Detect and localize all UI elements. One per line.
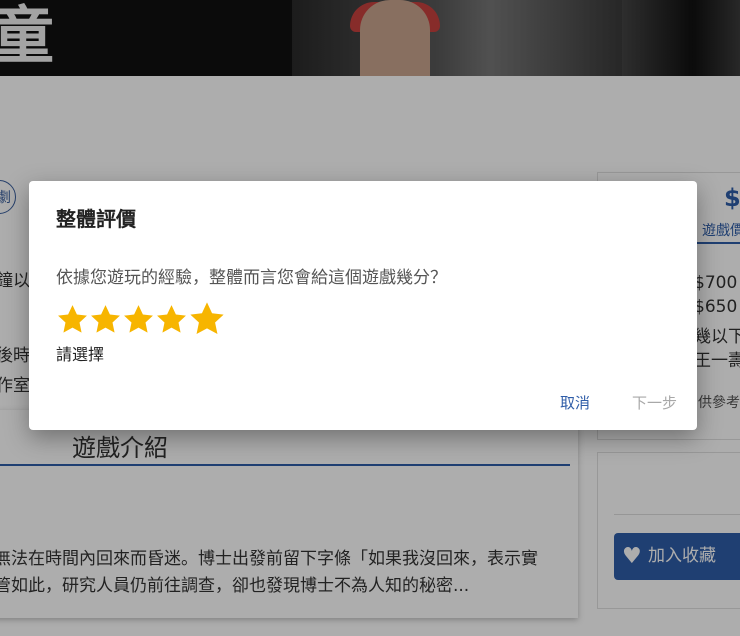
dialog-actions: 取消 下一步 (560, 392, 677, 413)
cancel-button[interactable]: 取消 (560, 392, 590, 413)
star-icon (58, 304, 87, 333)
rating-dialog: 整體評價 依據您遊玩的經驗，整體而言您會給這個遊戲幾分？ 請選擇 取消 下一步 (29, 181, 697, 430)
next-step-button[interactable]: 下一步 (632, 392, 677, 413)
star-5-button[interactable] (188, 300, 226, 338)
star-2-button[interactable] (89, 303, 122, 336)
star-3-button[interactable] (122, 303, 155, 336)
dialog-title: 整體評價 (56, 207, 136, 231)
star-icon (91, 304, 120, 333)
dialog-question: 依據您遊玩的經驗，整體而言您會給這個遊戲幾分？ (56, 268, 447, 288)
star-rating[interactable] (56, 299, 226, 339)
rating-hint: 請選擇 (56, 345, 105, 364)
star-icon (157, 304, 186, 333)
star-icon (190, 302, 224, 335)
star-icon (124, 304, 153, 333)
star-1-button[interactable] (56, 303, 89, 336)
star-4-button[interactable] (155, 303, 188, 336)
